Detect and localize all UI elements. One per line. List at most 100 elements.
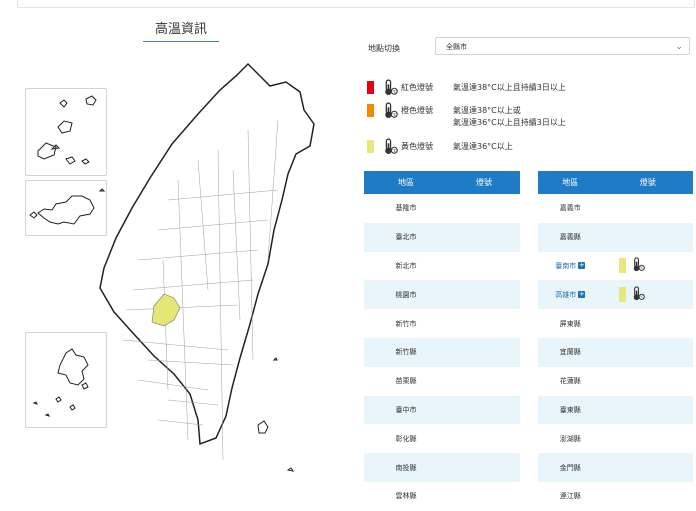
- table-row: 臺南市 + ℃: [538, 252, 693, 281]
- svg-text:℃: ℃: [639, 266, 643, 270]
- table-row: 澎湖縣: [538, 424, 693, 453]
- area-cell: 澎湖縣: [559, 434, 581, 443]
- signal-cell: [448, 252, 520, 281]
- area-cell: 臺南市 +: [538, 252, 603, 281]
- table-row: 金門縣: [538, 453, 693, 482]
- legend-label: 紅色燈號: [401, 83, 433, 92]
- legend-description-line: 氣溫達38°C以上且持續3日以上: [453, 83, 566, 92]
- chevron-down-icon: ⌄: [675, 42, 683, 52]
- signal-cell: [603, 194, 693, 223]
- table-row: 桃園市: [364, 280, 520, 310]
- table-row: 屏東縣: [538, 309, 693, 338]
- table-row: 嘉義市: [538, 194, 693, 223]
- area-cell: 彰化縣: [395, 434, 417, 443]
- area-cell: 嘉義縣: [538, 222, 603, 252]
- legend-description-line: 氣溫達38°C以上或: [453, 106, 521, 115]
- column-header-area: 地區: [538, 171, 603, 194]
- signal-cell: [448, 453, 520, 482]
- svg-text:℃: ℃: [392, 148, 397, 154]
- table-row: 臺中市: [364, 395, 520, 425]
- legend-label: 橙色燈號: [401, 106, 433, 115]
- thermometer-icon: ℃: [630, 286, 645, 303]
- area-cell: 桃園市: [364, 280, 448, 310]
- table-row: 新竹市: [364, 309, 520, 338]
- area-cell: 臺北市: [364, 222, 448, 252]
- column-header-signal: 燈號: [602, 171, 693, 194]
- table-row: 基隆市: [364, 194, 520, 223]
- table-row: 宜蘭縣: [538, 337, 693, 367]
- signal-cell: [448, 367, 520, 396]
- page-title: 高溫資訊: [143, 18, 219, 42]
- area-cell: 高雄市 +: [538, 280, 603, 310]
- table-row: 南投縣: [364, 453, 520, 482]
- svg-text:℃: ℃: [392, 112, 397, 118]
- legend-description-line: 氣溫達36°C以上: [453, 142, 513, 151]
- signal-cell: [603, 367, 693, 396]
- svg-text:℃: ℃: [639, 295, 643, 299]
- table-row: 高雄市 + ℃: [538, 280, 693, 310]
- area-cell: 臺中市: [364, 395, 448, 425]
- table-row: 彰化縣: [364, 424, 520, 453]
- signal-cell: [602, 337, 693, 367]
- table-row: 雲林縣: [364, 482, 520, 511]
- legend-description: 氣溫達38°C以上或氣溫達36°C以上且持續3日以上: [453, 105, 566, 129]
- column-header-area: 地區: [364, 171, 448, 194]
- plus-icon[interactable]: +: [578, 291, 586, 299]
- signal-cell: [602, 395, 693, 425]
- area-cell: 臺東縣: [538, 395, 603, 425]
- signal-cell: [603, 482, 693, 511]
- legend-swatch: [367, 140, 374, 153]
- signal-cell: [448, 482, 520, 511]
- area-cell: 新竹縣: [364, 337, 448, 367]
- table-row: 連江縣: [538, 482, 693, 511]
- plus-icon[interactable]: +: [578, 262, 586, 270]
- yellow-signal-bar: [618, 286, 626, 302]
- area-cell: 花蓮縣: [559, 377, 581, 386]
- location-select[interactable]: 全縣市 ⌄: [435, 37, 690, 55]
- area-cell: 連江縣: [559, 492, 581, 501]
- svg-text:℃: ℃: [392, 89, 397, 95]
- signal-cell: [448, 424, 520, 453]
- area-cell: 宜蘭縣: [538, 337, 603, 367]
- signal-cell: [602, 222, 693, 252]
- area-cell: 南投縣: [364, 453, 448, 482]
- legend-description: 氣溫達38°C以上且持續3日以上: [453, 82, 566, 94]
- thermometer-icon: ℃: [381, 79, 398, 98]
- legend-description: 氣溫達36°C以上: [453, 141, 513, 153]
- location-filter-label: 地點切換: [368, 44, 400, 53]
- signal-cell: [448, 337, 520, 367]
- signal-cell: [448, 194, 520, 223]
- column-header-signal: 燈號: [448, 171, 520, 194]
- area-cell: 苗栗縣: [395, 377, 417, 386]
- signal-cell: ℃: [603, 252, 693, 281]
- thermometer-icon: ℃: [381, 102, 398, 121]
- area-link[interactable]: 高雄市: [555, 291, 576, 299]
- yellow-signal-bar: [618, 257, 626, 273]
- legend-swatch: [367, 104, 374, 117]
- area-cell: 金門縣: [538, 453, 603, 482]
- table-row: 嘉義縣: [538, 222, 693, 252]
- area-cell: 屏東縣: [559, 319, 581, 328]
- signal-cell: [603, 309, 693, 338]
- table-row: 新北市: [364, 252, 520, 281]
- yellow-signal: ℃: [618, 286, 645, 303]
- taiwan-map: [18, 60, 358, 500]
- signal-cell: [603, 424, 693, 453]
- area-cell: 嘉義市: [559, 204, 581, 213]
- area-cell: 基隆市: [395, 204, 417, 213]
- thermometer-icon: ℃: [630, 257, 645, 274]
- table-row: 臺北市: [364, 222, 520, 252]
- legend-swatch: [367, 81, 374, 94]
- table-row: 新竹縣: [364, 337, 520, 367]
- area-table-left: 地區 燈號 基隆市臺北市新北市桃園市 新竹市 新竹縣苗栗縣臺中市彰化縣南投縣雲林縣: [364, 171, 520, 511]
- yellow-signal: ℃: [618, 257, 645, 274]
- area-cell: 新北市: [395, 261, 417, 270]
- signal-cell: [448, 309, 520, 338]
- legend-description-line: 氣溫達36°C以上且持續3日以上: [453, 118, 566, 127]
- signal-cell: [448, 395, 520, 425]
- signal-cell: [602, 453, 693, 482]
- signal-cell: [448, 222, 520, 252]
- area-cell: 雲林縣: [395, 492, 417, 501]
- area-link[interactable]: 臺南市: [555, 262, 576, 270]
- taiwan-main-island-shape: [99, 62, 315, 472]
